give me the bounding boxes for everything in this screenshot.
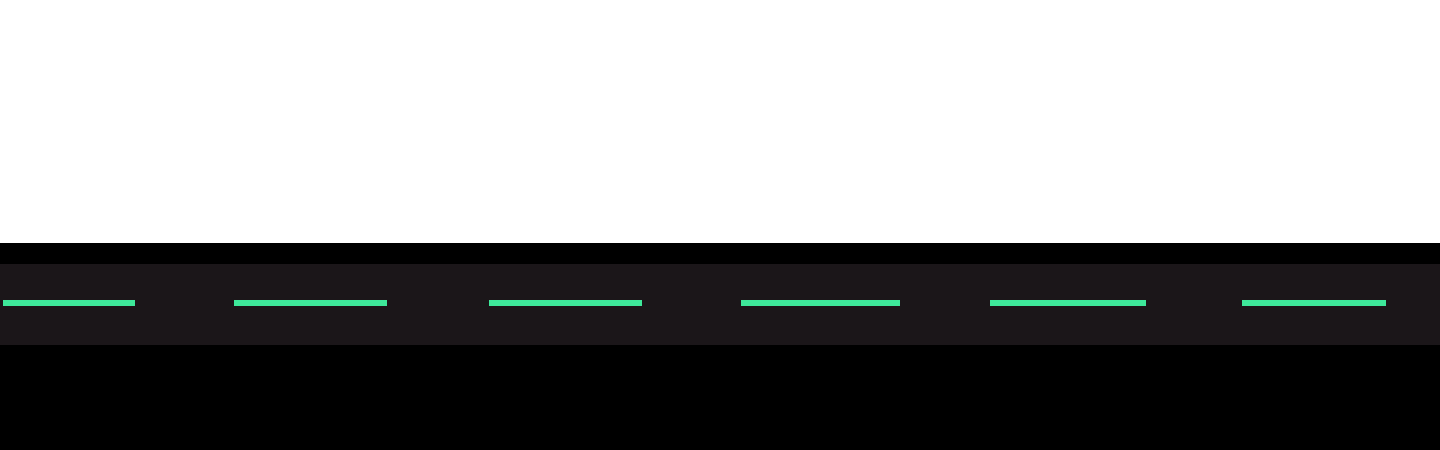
page	[0, 0, 1440, 450]
dark-footer-section	[0, 243, 1440, 450]
indicator-dash	[990, 300, 1146, 306]
indicator-dash	[3, 300, 135, 306]
indicator-dash	[234, 300, 387, 306]
indicator-dash	[741, 300, 900, 306]
indicator-strip	[0, 264, 1440, 345]
indicator-dash	[1242, 300, 1386, 306]
indicator-dash	[489, 300, 642, 306]
blank-content-area	[0, 0, 1440, 243]
